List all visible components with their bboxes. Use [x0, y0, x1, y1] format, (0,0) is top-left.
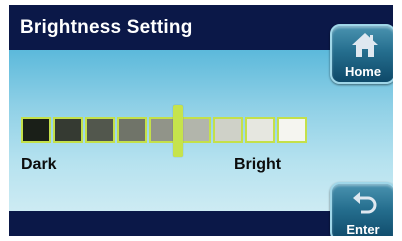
undo-arrow-icon [353, 192, 377, 214]
brightness-segment[interactable] [85, 117, 115, 143]
brightness-segment[interactable] [277, 117, 307, 143]
enter-button[interactable]: Enter [330, 182, 393, 236]
brightness-segment[interactable] [117, 117, 147, 143]
home-button-label: Home [344, 64, 382, 79]
home-icon [352, 33, 378, 57]
enter-button-label: Enter [346, 222, 380, 236]
brightness-screen: Brightness Setting Dark Bright Home Ente… [9, 5, 393, 236]
page-title: Brightness Setting [20, 17, 193, 38]
brightness-segment[interactable] [53, 117, 83, 143]
brightness-segment[interactable] [21, 117, 51, 143]
slider-min-label: Dark [21, 156, 57, 173]
brightness-segment[interactable] [245, 117, 275, 143]
brightness-segment[interactable] [213, 117, 243, 143]
home-button[interactable]: Home [330, 24, 393, 84]
slider-max-label: Bright [234, 156, 282, 173]
brightness-segment[interactable] [181, 117, 211, 143]
brightness-slider-track[interactable] [21, 117, 308, 143]
brightness-slider-thumb[interactable] [173, 105, 183, 157]
